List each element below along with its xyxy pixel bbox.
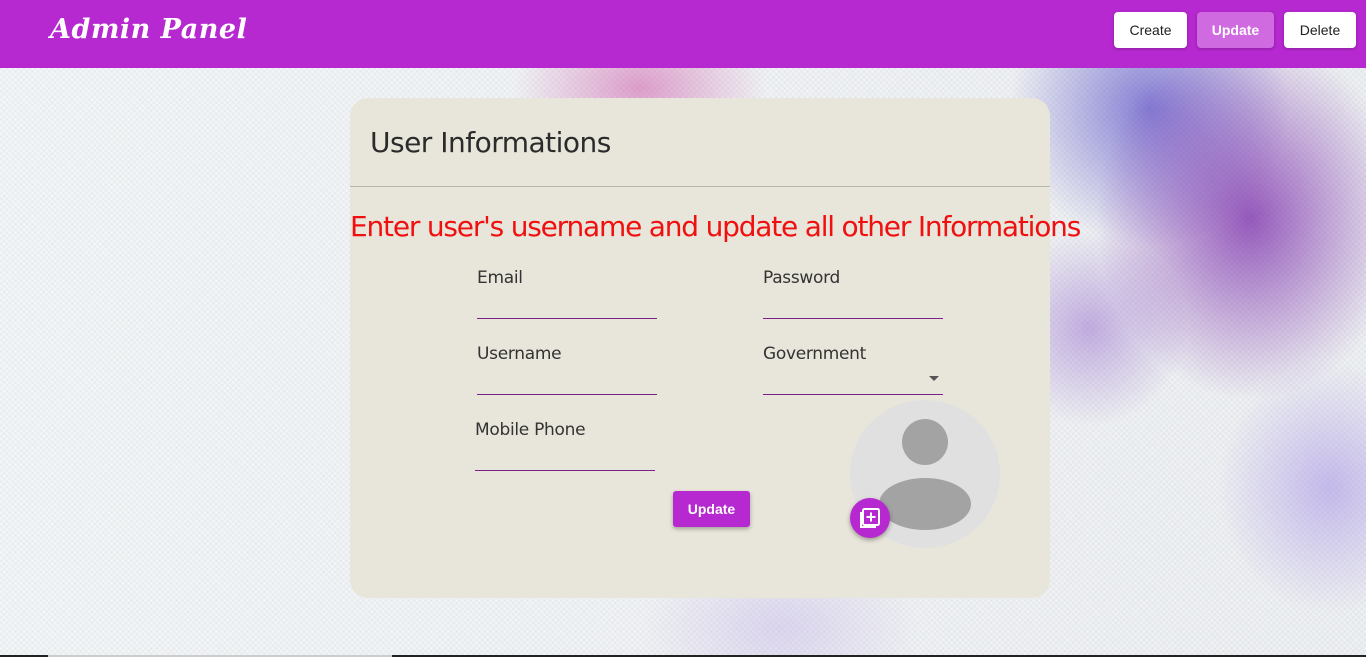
mobile-phone-field: Mobile Phone (475, 420, 655, 472)
username-field: Username (477, 344, 657, 396)
government-underline (763, 394, 943, 395)
update-submit-button[interactable]: Update (673, 491, 750, 527)
username-underline (477, 394, 657, 395)
password-field: Password (763, 268, 943, 320)
mobile-phone-input[interactable] (475, 446, 655, 468)
card-divider (350, 186, 1050, 187)
email-input[interactable] (477, 294, 657, 316)
username-input[interactable] (477, 370, 657, 392)
delete-nav-button[interactable]: Delete (1284, 12, 1356, 48)
email-field: Email (477, 268, 657, 320)
government-select[interactable]: Government (763, 344, 943, 396)
update-nav-button[interactable]: Update (1197, 12, 1274, 48)
add-photo-button[interactable] (850, 498, 890, 538)
card-title: User Informations (370, 126, 611, 159)
instructions-text: Enter user's username and update all oth… (350, 210, 1081, 243)
government-value[interactable] (763, 370, 943, 392)
password-underline (763, 318, 943, 319)
mobile-phone-label: Mobile Phone (475, 420, 586, 440)
app-bar: Admin Panel Create Update Delete (0, 0, 1366, 68)
dropdown-arrow-icon (929, 376, 939, 381)
brand-title: Admin Panel (50, 14, 248, 45)
password-input[interactable] (763, 294, 943, 316)
password-label: Password (763, 268, 841, 288)
user-info-card: User Informations Enter user's username … (350, 98, 1081, 598)
create-nav-button[interactable]: Create (1114, 12, 1187, 48)
username-label: Username (477, 344, 562, 364)
mobile-phone-underline (475, 470, 655, 471)
email-underline (477, 318, 657, 319)
government-label: Government (763, 344, 867, 364)
add-photo-library-icon (860, 508, 880, 528)
email-label: Email (477, 268, 523, 288)
